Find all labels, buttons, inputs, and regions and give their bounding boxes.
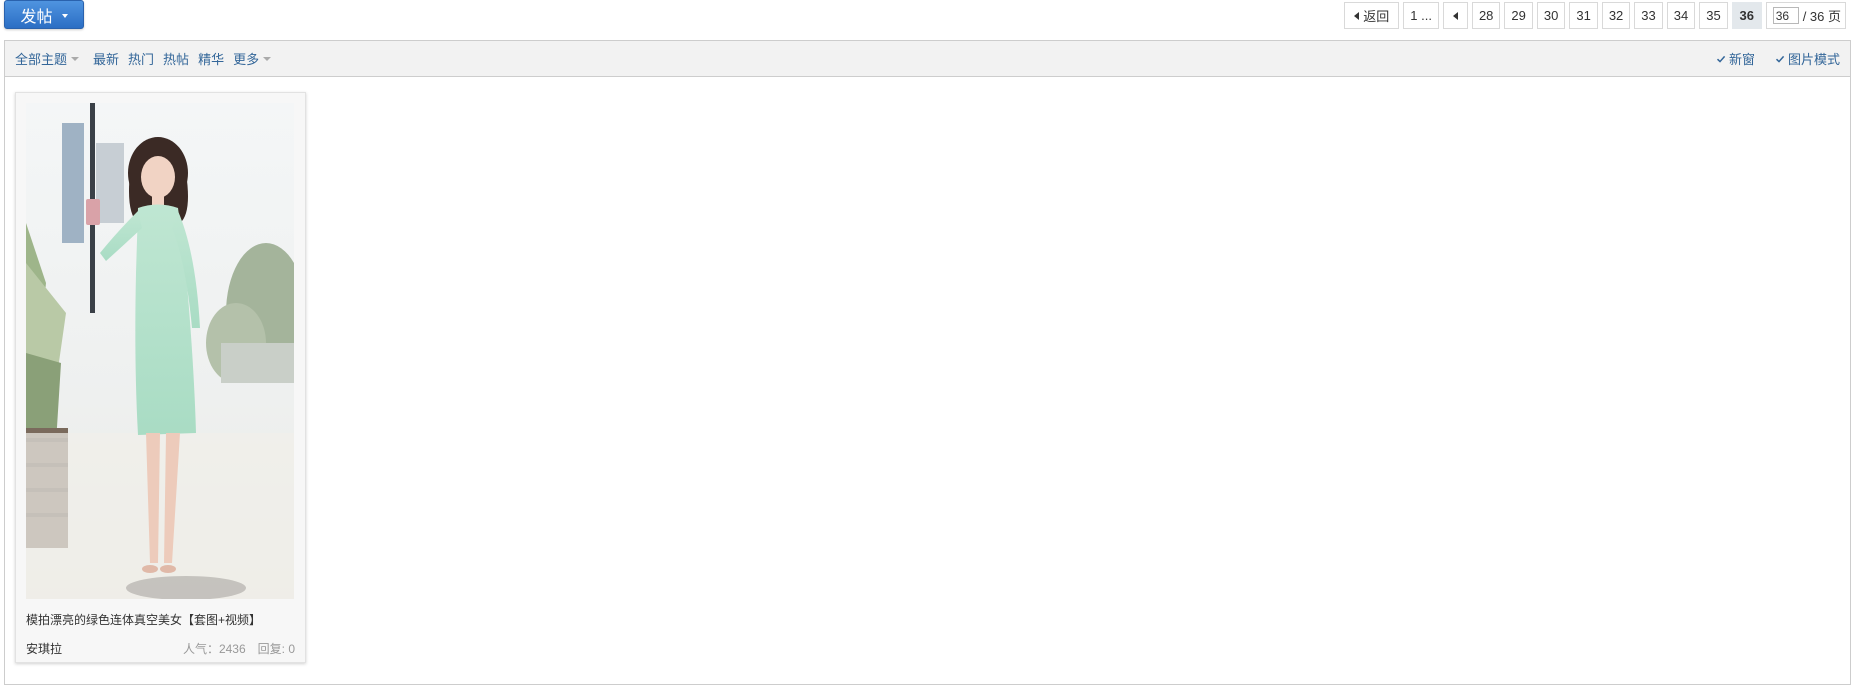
back-button[interactable]: 返回 (1344, 2, 1400, 29)
thread-card: 模拍漂亮的绿色连体真空美女【套图+视频】 安琪拉 人气：2436 回复: 0 (15, 92, 306, 663)
new-window-toggle[interactable]: 新窗 (1716, 49, 1755, 68)
check-icon (1775, 55, 1785, 63)
chevron-down-icon (263, 56, 272, 61)
filter-all-topics[interactable]: 全部主题 (15, 49, 80, 68)
arrow-left-icon (1452, 11, 1458, 20)
filter-hot[interactable]: 热门 (128, 49, 154, 68)
chevron-down-icon (61, 13, 68, 18)
page-link[interactable]: 28 (1471, 2, 1501, 29)
thread-popularity: 人气：2436 (182, 642, 246, 656)
filter-options: 新窗 图片模式 (1716, 49, 1840, 68)
page-link[interactable]: 35 (1699, 2, 1728, 29)
post-button-label: 发帖 (20, 8, 53, 26)
image-mode-label: 图片模式 (1787, 52, 1840, 67)
page-jump-input[interactable] (1772, 7, 1799, 24)
filter-bar: 全部主题 最新 热门 热帖 精华 更多 新窗 图片模式 (5, 41, 1850, 77)
new-window-label: 新窗 (1728, 52, 1755, 67)
pagination: 返回 1 ... 28 29 30 31 32 33 34 35 36 / 36… (1344, 2, 1846, 29)
thread-title[interactable]: 模拍漂亮的绿色连体真空美女【套图+视频】 (26, 611, 261, 628)
page-current: 36 (1731, 2, 1762, 29)
filter-hot-posts[interactable]: 热帖 (163, 49, 189, 68)
page-link[interactable]: 30 (1536, 2, 1566, 29)
post-button[interactable]: 发帖 (4, 0, 84, 29)
page-total: / 36 页 (1802, 9, 1841, 24)
thread-stats: 人气：2436 回复: 0 (183, 640, 295, 657)
check-icon (1716, 55, 1726, 63)
thread-list: 全部主题 最新 热门 热帖 精华 更多 新窗 图片模式 模拍漂亮的绿色连体真空美… (4, 40, 1851, 685)
filter-all-topics-label: 全部主题 (15, 52, 68, 67)
back-label: 返回 (1363, 9, 1390, 24)
filter-digest[interactable]: 精华 (198, 49, 224, 68)
thread-thumbnail[interactable] (26, 103, 294, 599)
thread-replies: 回复: 0 (257, 642, 295, 656)
page-link[interactable]: 32 (1601, 2, 1631, 29)
chevron-down-icon (71, 56, 80, 61)
prev-page-button[interactable] (1442, 2, 1468, 29)
arrow-left-icon (1354, 11, 1360, 20)
image-mode-toggle[interactable]: 图片模式 (1775, 49, 1840, 68)
thumbnail-photo (26, 103, 294, 599)
page-link[interactable]: 31 (1569, 2, 1598, 29)
page-link[interactable]: 34 (1666, 2, 1696, 29)
thread-author[interactable]: 安琪拉 (26, 640, 62, 657)
page-jump: / 36 页 (1765, 2, 1846, 29)
page-link[interactable]: 33 (1634, 2, 1663, 29)
filter-newest[interactable]: 最新 (93, 49, 119, 68)
filter-more[interactable]: 更多 (233, 49, 272, 68)
page-first[interactable]: 1 ... (1403, 2, 1439, 29)
page-link[interactable]: 29 (1504, 2, 1533, 29)
filter-more-label: 更多 (233, 52, 260, 67)
